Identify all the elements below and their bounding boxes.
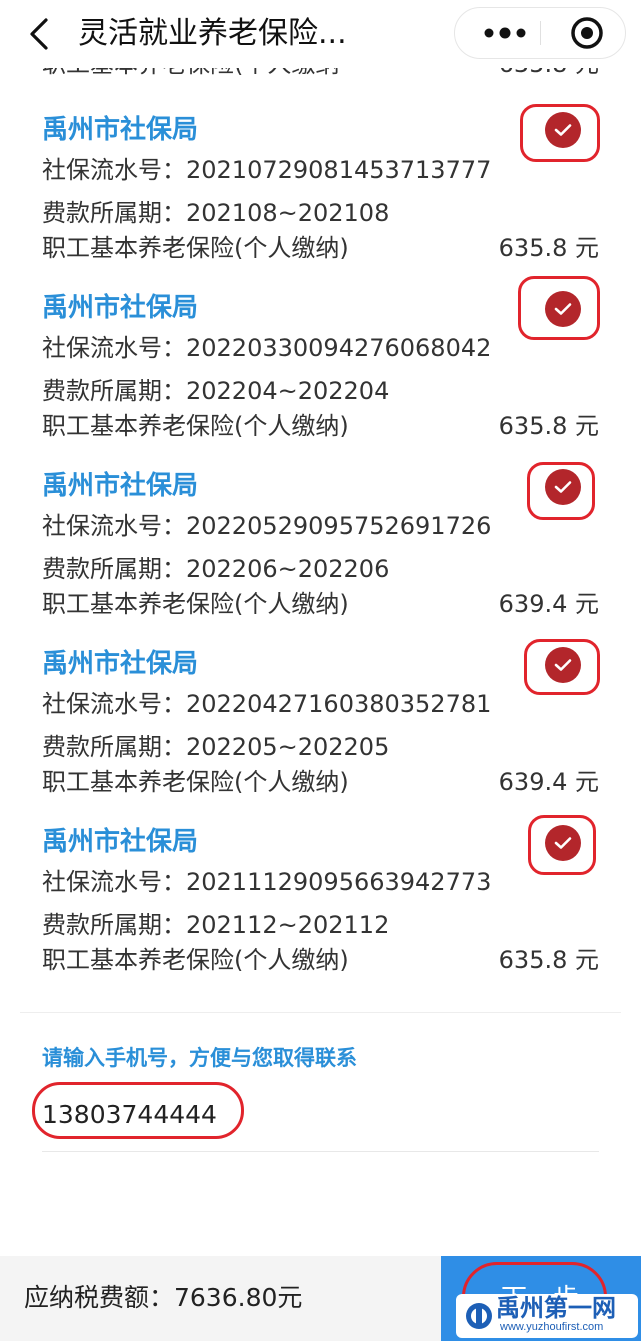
fee-period: 费款所属期：202205~202205: [42, 733, 390, 761]
insurance-type: 职工基本养老保险(个人缴纳): [42, 946, 349, 974]
annotation-highlight: [32, 1082, 244, 1139]
fee-period: 费款所属期：202204~202204: [42, 377, 390, 405]
total-amount: 应纳税费额：7636.80元: [24, 1283, 303, 1312]
amount: 635.8 元: [498, 412, 599, 440]
annotation-highlight: [527, 462, 595, 520]
annotation-highlight: [524, 639, 600, 695]
close-mini-program-button[interactable]: [557, 8, 617, 58]
watermark-url: www.yuzhoufirst.com: [500, 1321, 604, 1333]
fee-period: 费款所属期：202206~202206: [42, 555, 390, 583]
amount: 635.8 元: [498, 946, 599, 974]
insurance-type: 职工基本养老保险(个人缴纳): [42, 590, 349, 618]
insurance-type: 职工基本养老保险(个人缴纳): [42, 234, 349, 262]
amount: 639.4 元: [498, 768, 599, 796]
mini-program-capsule: [454, 7, 626, 59]
more-dots-icon: [484, 27, 526, 39]
org-name: 禹州市社保局: [42, 293, 199, 323]
org-name: 禹州市社保局: [42, 649, 199, 679]
input-underline: [42, 1151, 599, 1152]
amount: 639.4 元: [498, 590, 599, 618]
site-watermark: 禹州第一网 www.yuzhoufirst.com: [456, 1294, 638, 1338]
annotation-highlight: [528, 815, 596, 875]
section-divider: [20, 1012, 621, 1013]
insurance-label: 职工基本养老保险(个人缴纳: [42, 68, 339, 82]
amount: 635.8 元: [499, 68, 599, 82]
serial-number: 社保流水号：20220427160380352781: [42, 690, 492, 718]
serial-number: 社保流水号：20220529095752691726: [42, 512, 492, 540]
annotation-highlight: [520, 104, 600, 162]
org-name: 禹州市社保局: [42, 115, 199, 145]
page-title: 灵活就业养老保险...: [78, 16, 347, 51]
serial-number: 社保流水号：20220330094276068042: [42, 334, 492, 362]
insurance-type: 职工基本养老保险(个人缴纳): [42, 412, 349, 440]
org-name: 禹州市社保局: [42, 827, 199, 857]
target-circle-icon: [571, 17, 603, 49]
org-name: 禹州市社保局: [42, 471, 199, 501]
amount: 635.8 元: [498, 234, 599, 262]
nav-bar: 灵活就业养老保险...: [0, 0, 641, 68]
serial-number: 社保流水号：20210729081453713777: [42, 156, 492, 184]
capsule-divider: [540, 21, 541, 45]
chevron-left-icon: [30, 18, 48, 50]
serial-number: 社保流水号：20211129095663942773: [42, 868, 492, 896]
fee-period: 费款所属期：202108~202108: [42, 199, 390, 227]
insurance-type: 职工基本养老保险(个人缴纳): [42, 768, 349, 796]
globe-logo-icon: [466, 1303, 492, 1329]
phone-prompt-label: 请输入手机号，方便与您取得联系: [42, 1046, 357, 1070]
back-button[interactable]: [22, 14, 56, 54]
fee-period: 费款所属期：202112~202112: [42, 911, 390, 939]
annotation-highlight: [518, 276, 600, 340]
more-button[interactable]: [473, 8, 537, 58]
partial-list-item: 职工基本养老保险(个人缴纳 635.8 元: [0, 68, 641, 92]
